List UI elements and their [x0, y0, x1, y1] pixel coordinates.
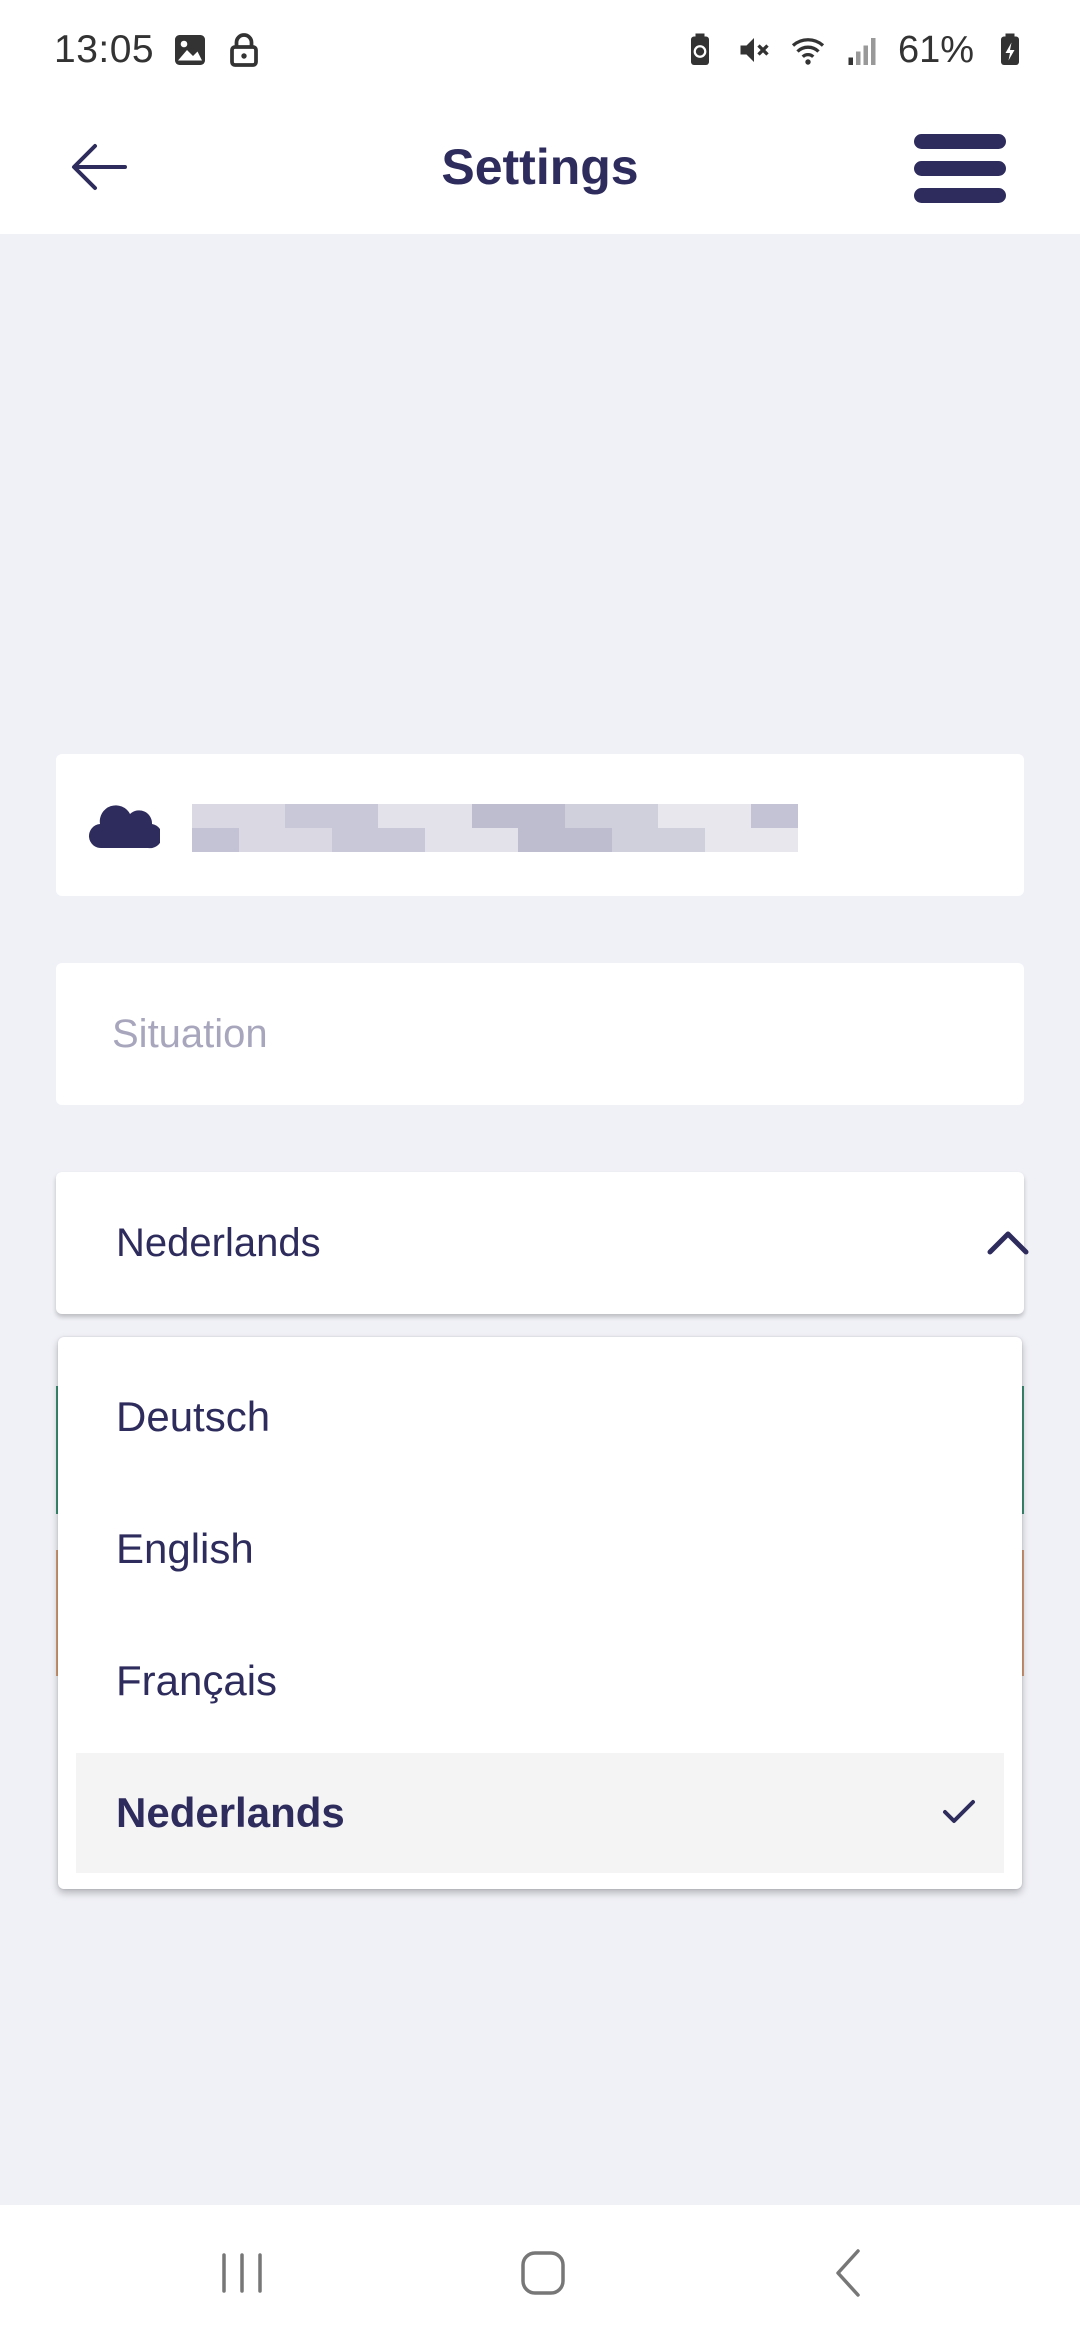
redaction-pixel — [564, 828, 589, 852]
redaction-pixel — [425, 828, 449, 852]
redaction-pixel — [378, 804, 402, 828]
redaction-pixel — [355, 804, 379, 828]
wifi-icon — [791, 38, 825, 65]
option-label: Nederlands — [116, 1789, 345, 1836]
hamburger-menu-icon — [914, 133, 1006, 149]
redaction-pixel — [518, 804, 542, 828]
account-card[interactable] — [56, 754, 1024, 896]
battery-saver-icon — [690, 33, 709, 65]
back-icon — [836, 2249, 860, 2297]
redaction-pixel — [541, 804, 565, 828]
redaction-pixel — [611, 828, 635, 852]
redaction-pixel — [658, 804, 682, 828]
home-button[interactable] — [495, 2235, 591, 2311]
language-select-value: Nederlands — [116, 1221, 321, 1265]
back-nav-button[interactable] — [800, 2235, 896, 2311]
redaction-pixel — [331, 804, 356, 828]
redaction-pixel — [681, 828, 705, 852]
redaction-pixel — [448, 804, 472, 828]
redaction-pixel — [261, 804, 286, 828]
redacted-account-name — [192, 804, 798, 852]
recents-icon — [222, 2253, 262, 2293]
redaction-pixel — [308, 828, 332, 852]
status-time: 13:05 — [54, 28, 155, 71]
option-label: English — [116, 1525, 254, 1572]
situation-card[interactable] — [56, 963, 1024, 1105]
language-option-english[interactable]: English — [76, 1489, 1004, 1609]
redaction-pixel — [541, 828, 565, 852]
redaction-pixel — [658, 828, 682, 852]
cloud-icon — [89, 805, 160, 849]
system-nav-bar — [0, 2205, 1080, 2340]
redaction-pixel — [494, 804, 519, 828]
redaction-pixel — [774, 828, 798, 852]
redaction-pixel — [401, 828, 426, 852]
redaction-pixel — [215, 804, 239, 828]
redaction-pixel — [704, 804, 729, 828]
language-dropdown-menu: Deutsch English Français Nederlands — [58, 1337, 1022, 1889]
redaction-pixel — [308, 804, 332, 828]
redaction-pixel — [378, 828, 402, 852]
redaction-pixel — [681, 804, 705, 828]
redaction-pixel — [611, 804, 635, 828]
redaction-pixel — [331, 828, 356, 852]
redaction-pixel — [751, 804, 775, 828]
redaction-pixel — [471, 828, 495, 852]
redaction-pixel — [751, 828, 775, 852]
redaction-pixel — [588, 804, 612, 828]
redaction-pixel — [285, 804, 309, 828]
recents-button[interactable] — [194, 2235, 290, 2311]
home-icon — [521, 2251, 565, 2295]
language-select[interactable]: Nederlands — [56, 1172, 1029, 1314]
lock-icon — [230, 33, 258, 67]
hamburger-menu-icon-bar — [914, 160, 1006, 176]
redaction-pixel — [238, 804, 262, 828]
mute-icon — [740, 38, 769, 62]
battery-percentage: 61% — [897, 28, 974, 71]
redaction-pixel — [238, 828, 262, 852]
language-option-nederlands[interactable]: Nederlands — [76, 1753, 1004, 1873]
option-label: Deutsch — [116, 1393, 271, 1440]
battery-icon — [1001, 33, 1019, 65]
redaction-pixel — [494, 828, 519, 852]
app-header: Settings — [0, 100, 1080, 234]
option-label: Français — [116, 1657, 278, 1704]
redaction-pixel — [728, 804, 752, 828]
gallery-icon — [175, 35, 206, 65]
redaction-pixel — [634, 828, 659, 852]
redaction-pixel — [588, 828, 612, 852]
redaction-pixel — [634, 804, 659, 828]
signal-icon — [848, 38, 876, 65]
check-icon — [943, 1800, 975, 1823]
redaction-pixel — [285, 828, 309, 852]
redaction-pixel — [261, 828, 286, 852]
redaction-pixel — [215, 828, 239, 852]
redaction-pixel — [401, 804, 426, 828]
status-bar: 13:05 61% — [0, 0, 1080, 100]
chevron-up-icon — [987, 1231, 1029, 1255]
redaction-pixel — [355, 828, 379, 852]
redaction-pixel — [448, 828, 472, 852]
language-option-francais[interactable]: Français — [76, 1621, 1004, 1741]
hamburger-menu-icon-bar — [914, 187, 1006, 203]
redaction-pixel — [192, 804, 216, 828]
redaction-pixel — [564, 804, 589, 828]
redaction-pixel — [774, 804, 798, 828]
situation-input[interactable] — [112, 963, 994, 1105]
language-option-deutsch[interactable]: Deutsch — [76, 1357, 1004, 1477]
redaction-pixel — [471, 804, 495, 828]
menu-button[interactable] — [914, 120, 1010, 216]
status-left: 13:05 — [54, 28, 262, 72]
redaction-pixel — [518, 828, 542, 852]
status-right: 61% — [682, 29, 1028, 72]
redaction-pixel — [425, 804, 449, 828]
redaction-pixel — [192, 828, 216, 852]
redaction-pixel — [728, 828, 752, 852]
redaction-pixel — [704, 828, 729, 852]
